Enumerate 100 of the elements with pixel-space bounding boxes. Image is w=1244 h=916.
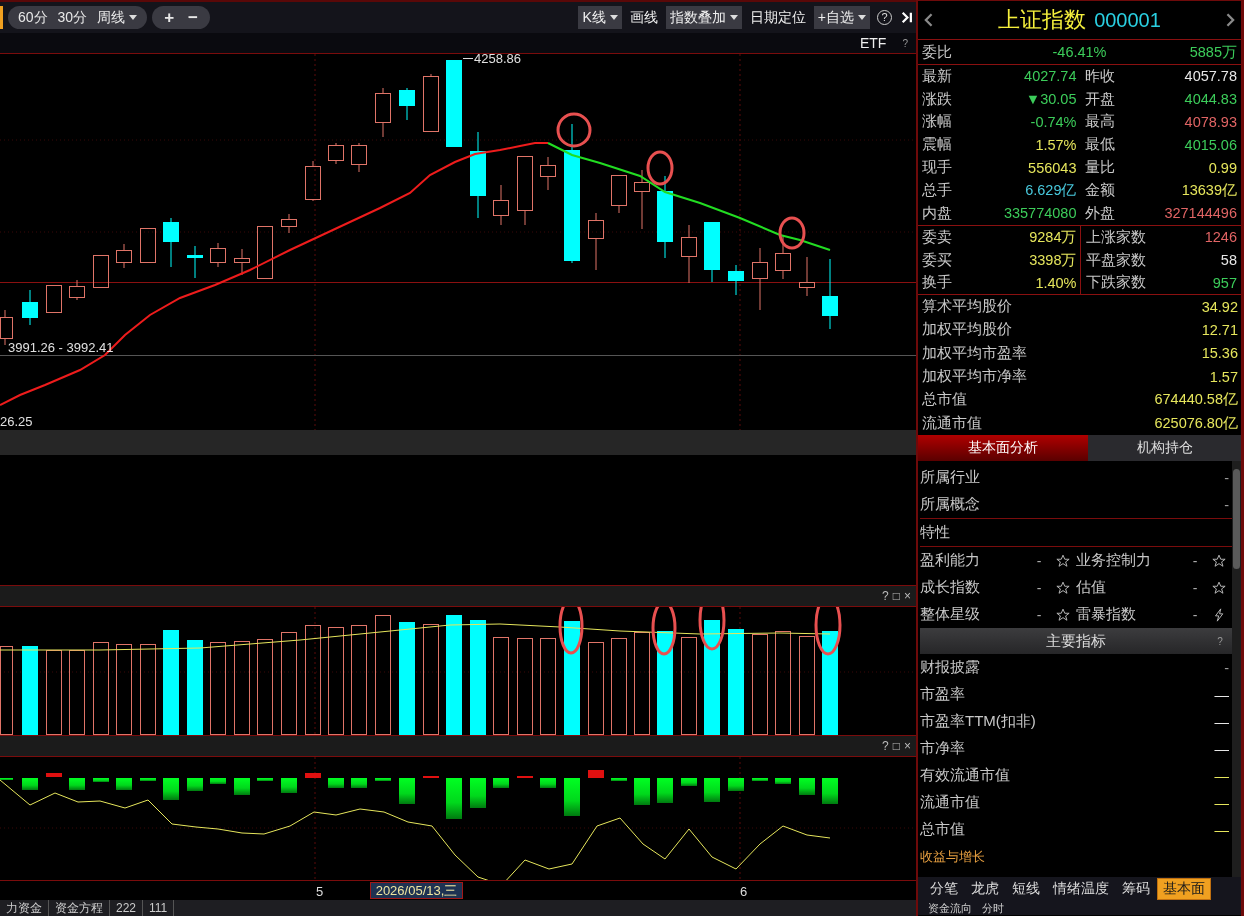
panel-tab[interactable]: 情绪温度 — [1047, 878, 1115, 900]
dropdown-button[interactable]: K线 — [578, 6, 622, 29]
pane-maximize-button[interactable]: □ — [891, 589, 901, 603]
field-value: — — [1214, 794, 1229, 811]
field-value: 3398万 — [1029, 250, 1077, 270]
dropdown-button[interactable]: 指数叠加 — [665, 6, 742, 29]
cursor-date-label: 2026/05/13,三 — [370, 882, 463, 899]
field-value: 335774080 — [1003, 205, 1077, 222]
star-icon — [1212, 580, 1226, 595]
chevron-right-icon[interactable] — [1226, 13, 1235, 27]
field-label: 委卖 — [922, 227, 952, 247]
field-value: — — [1214, 767, 1229, 784]
panel-tab[interactable]: 分笔 — [924, 878, 964, 900]
star-icon — [1056, 580, 1070, 595]
section-title: 特性 — [920, 523, 950, 542]
field-value: 4057.78 — [1184, 68, 1237, 85]
field-label: 上涨家数 — [1085, 227, 1146, 247]
panel-tab[interactable]: 资金流向 — [928, 901, 972, 915]
field-label: 总市值 — [922, 390, 967, 410]
field-value: - — [1035, 579, 1043, 596]
panel-tab[interactable]: 分时 — [982, 901, 1004, 915]
panel-tab[interactable]: 筹码 — [1116, 878, 1156, 900]
field-label: 财报披露 — [920, 658, 980, 677]
field-label: 算术平均股价 — [922, 297, 1012, 317]
bottom-tab[interactable]: 资金方程 — [49, 900, 110, 916]
pane-help-button[interactable]: ? — [881, 739, 890, 753]
panel-tab[interactable]: 龙虎 — [965, 878, 1005, 900]
field-value: - — [1224, 496, 1229, 513]
info-tab[interactable]: 基本面分析 — [918, 435, 1088, 461]
field-value: 15.36 — [1201, 345, 1238, 362]
indicator-label: ETF — [860, 35, 887, 51]
field-label: 平盘家数 — [1085, 250, 1146, 270]
field-label: 有效流通市值 — [920, 766, 1010, 785]
period-dropdown[interactable]: 周线 — [93, 6, 142, 29]
field-value: 6.629亿 — [1025, 180, 1077, 200]
field-value: 5885万 — [1188, 42, 1237, 62]
field-value: 957 — [1212, 274, 1237, 291]
active-tab-marker — [0, 6, 3, 29]
section-link[interactable]: 收益与增长 — [920, 847, 985, 866]
pane-close-button[interactable]: × — [903, 589, 912, 603]
field-label: 总手 — [922, 180, 952, 200]
field-value: 1246 — [1204, 229, 1237, 246]
field-label: 昨收 — [1084, 66, 1115, 86]
pane-close-button[interactable]: × — [903, 739, 912, 753]
help-mark[interactable]: ? — [1208, 635, 1232, 647]
bottom-tab[interactable]: 111 — [143, 900, 175, 916]
field-label: 业务控制力 — [1076, 551, 1152, 570]
field-label: 成长指数 — [920, 578, 981, 597]
field-label: 外盘 — [1084, 203, 1115, 223]
field-value: - — [1035, 552, 1043, 569]
dropdown-button[interactable]: +自选 — [813, 6, 870, 29]
pane-help-button[interactable]: ? — [881, 589, 890, 603]
field-value: 0.99 — [1208, 159, 1237, 176]
toolbar-button[interactable]: 画线 — [626, 6, 661, 29]
bottom-tab[interactable]: 222 — [110, 900, 144, 916]
field-label: 加权平均市盈率 — [922, 343, 1027, 363]
scrollbar-thumb[interactable] — [1233, 469, 1240, 569]
chevron-left-icon[interactable] — [924, 13, 933, 27]
zoom-button[interactable]: − — [182, 6, 205, 29]
field-label: 涨跌 — [922, 89, 952, 109]
star-icon — [1212, 553, 1226, 568]
field-label: 整体星级 — [920, 605, 981, 624]
field-label: 加权平均市净率 — [922, 367, 1027, 387]
period-button[interactable]: 30分 — [53, 6, 92, 29]
toolbar-button[interactable]: 日期定位 — [746, 6, 809, 29]
zoom-button[interactable]: + — [158, 6, 181, 29]
field-value: 1.57 — [1209, 368, 1238, 385]
field-label: 流通市值 — [922, 413, 982, 433]
field-label: 流通市值 — [920, 793, 980, 812]
field-label: 委买 — [922, 250, 952, 270]
scrollbar[interactable] — [1232, 461, 1241, 877]
field-label: 最高 — [1084, 112, 1115, 132]
pane-maximize-button[interactable]: □ — [891, 739, 901, 753]
field-value: ▼30.05 — [1025, 91, 1077, 108]
help-mark[interactable]: ? — [902, 37, 908, 49]
lightning-icon — [1212, 607, 1226, 622]
field-label: 加权平均股价 — [922, 320, 1012, 340]
field-value: 4078.93 — [1184, 114, 1237, 130]
field-value: 12.71 — [1201, 321, 1238, 338]
panel-tab[interactable]: 基本面 — [1157, 878, 1211, 900]
caret-icon — [129, 15, 138, 20]
collapse-icon[interactable] — [901, 11, 913, 24]
field-value: - — [1224, 659, 1229, 676]
field-label: 市盈率 — [920, 685, 965, 704]
index-name: 上证指数 — [998, 6, 1087, 34]
price-label: 26.25 — [0, 414, 33, 429]
field-label: 估值 — [1076, 578, 1107, 597]
field-label: 所属概念 — [920, 495, 980, 514]
field-label: 现手 — [922, 158, 952, 178]
field-label: 下跌家数 — [1085, 273, 1146, 293]
axis-label: 5 — [316, 884, 324, 899]
field-value: — — [1214, 713, 1229, 730]
caret-icon — [858, 15, 866, 20]
caret-icon — [729, 15, 738, 20]
panel-tab[interactable]: 短线 — [1006, 878, 1046, 900]
period-button[interactable]: 60分 — [14, 6, 52, 29]
field-value: 625076.80亿 — [1154, 413, 1238, 433]
bottom-tab[interactable]: 力资金 — [0, 900, 49, 916]
info-tab[interactable]: 机构持仓 — [1088, 435, 1241, 461]
axis-label: 6 — [740, 884, 748, 899]
